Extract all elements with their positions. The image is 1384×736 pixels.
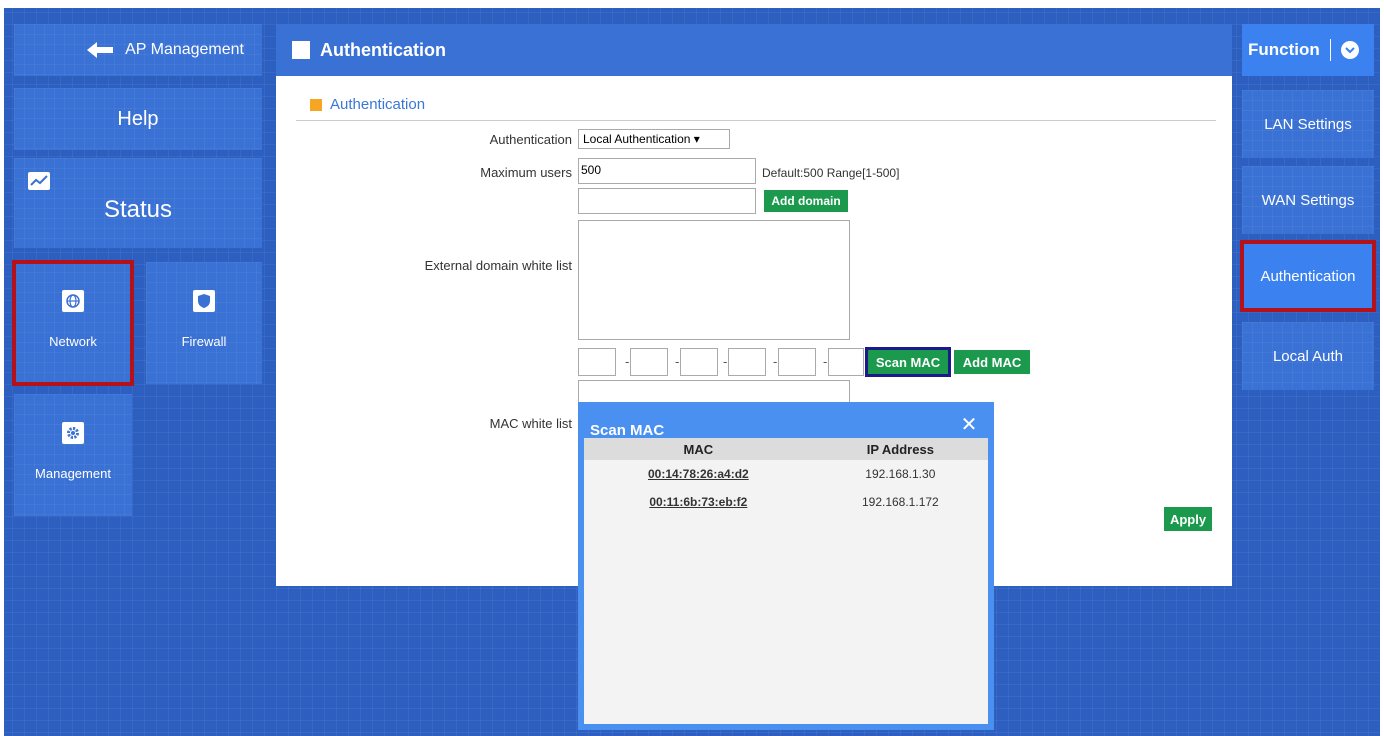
ip-column-header: IP Address [812, 438, 988, 460]
firewall-label: Firewall [181, 334, 227, 349]
authentication-nav-button[interactable]: Authentication [1240, 240, 1376, 312]
mac-octet-4-input[interactable] [728, 348, 766, 376]
back-arrow-icon [87, 42, 114, 58]
authentication-label: Authentication [489, 132, 572, 147]
section-bullet-icon [310, 98, 322, 111]
network-button[interactable]: Network [12, 260, 134, 386]
section-title: Authentication [310, 96, 425, 113]
max-users-input[interactable]: 500 [578, 158, 756, 184]
mac-octet-1-input[interactable] [578, 348, 616, 376]
function-menu-button[interactable]: Function [1242, 24, 1374, 76]
ip-cell: 192.168.1.30 [865, 467, 936, 481]
page-header: Authentication [276, 24, 1232, 76]
close-icon[interactable]: ✕ [958, 414, 980, 436]
mac-separator: - [823, 354, 828, 369]
section-title-text: Authentication [330, 96, 426, 113]
chevron-down-icon [1340, 41, 1359, 59]
mac-link[interactable]: 00:11:6b:73:eb:f2 [649, 495, 747, 509]
scan-mac-button[interactable]: Scan MAC [865, 347, 951, 377]
mac-cell: 00:14:78:26:a4:d2 [584, 460, 813, 488]
local-auth-label: Local Auth [1272, 347, 1344, 365]
management-label: Management [35, 466, 111, 481]
mac-cell: 00:11:6b:73:eb:f2 [584, 488, 813, 516]
mac-octet-3-input[interactable] [680, 348, 718, 376]
function-divider [1329, 39, 1331, 61]
lan-settings-label: LAN Settings [1264, 115, 1352, 133]
apply-button[interactable]: Apply [1164, 507, 1212, 531]
max-users-label: Maximum users [480, 165, 572, 180]
gear-icon [62, 422, 84, 444]
page-title: Authentication [320, 39, 446, 60]
mac-octet-6-input[interactable] [828, 348, 864, 376]
mac-separator: - [723, 354, 728, 369]
network-label: Network [49, 334, 97, 349]
authentication-nav-label: Authentication [1260, 267, 1356, 285]
firewall-button[interactable]: Firewall [146, 262, 262, 384]
mac-column-header: MAC [584, 438, 813, 460]
status-button[interactable]: Status [14, 158, 262, 248]
mac-octet-2-input[interactable] [630, 348, 668, 376]
ap-management-label: AP Management [125, 41, 244, 58]
add-domain-button[interactable]: Add domain [764, 190, 848, 212]
mac-table: MAC IP Address 00:14:78:26:a4:d2 192.168… [584, 438, 988, 516]
lan-settings-button[interactable]: LAN Settings [1242, 90, 1374, 158]
ip-cell: 192.168.1.172 [861, 495, 939, 509]
management-button[interactable]: Management [14, 394, 132, 516]
domain-input[interactable] [578, 188, 756, 214]
mac-separator: - [675, 354, 680, 369]
domain-whitelist-label: External domain white list [424, 258, 572, 273]
header-square-icon [292, 41, 310, 59]
globe-icon [62, 290, 84, 312]
help-button[interactable]: Help [14, 88, 262, 150]
max-users-hint: Default:500 Range[1-500] [762, 166, 900, 180]
table-row: 00:14:78:26:a4:d2 192.168.1.30 [584, 460, 988, 488]
local-auth-button[interactable]: Local Auth [1242, 322, 1374, 390]
mac-link[interactable]: 00:14:78:26:a4:d2 [648, 467, 749, 481]
wan-settings-label: WAN Settings [1261, 191, 1355, 209]
function-label: Function [1248, 40, 1320, 59]
scan-mac-dialog: Scan MAC ✕ MAC IP Address 00:14:78:26:a4… [578, 402, 994, 730]
chart-line-icon [28, 172, 50, 190]
status-label: Status [103, 196, 173, 223]
help-label: Help [117, 107, 159, 130]
scan-mac-dialog-body: Scan MAC ✕ MAC IP Address 00:14:78:26:a4… [584, 408, 988, 724]
dialog-title: Scan MAC [590, 422, 665, 439]
section-divider [296, 120, 1216, 121]
authentication-select[interactable]: Local Authentication ▾ [578, 129, 730, 149]
mac-whitelist-label: MAC white list [489, 416, 572, 431]
shield-icon [193, 290, 215, 312]
mac-separator: - [625, 354, 630, 369]
wan-settings-button[interactable]: WAN Settings [1242, 166, 1374, 234]
mac-octet-5-input[interactable] [778, 348, 816, 376]
table-row: 00:11:6b:73:eb:f2 192.168.1.172 [584, 488, 988, 516]
mac-separator: - [773, 354, 778, 369]
ap-management-button[interactable]: AP Management [14, 24, 262, 76]
add-mac-button[interactable]: Add MAC [954, 350, 1030, 374]
domain-whitelist-textarea[interactable] [578, 220, 850, 340]
